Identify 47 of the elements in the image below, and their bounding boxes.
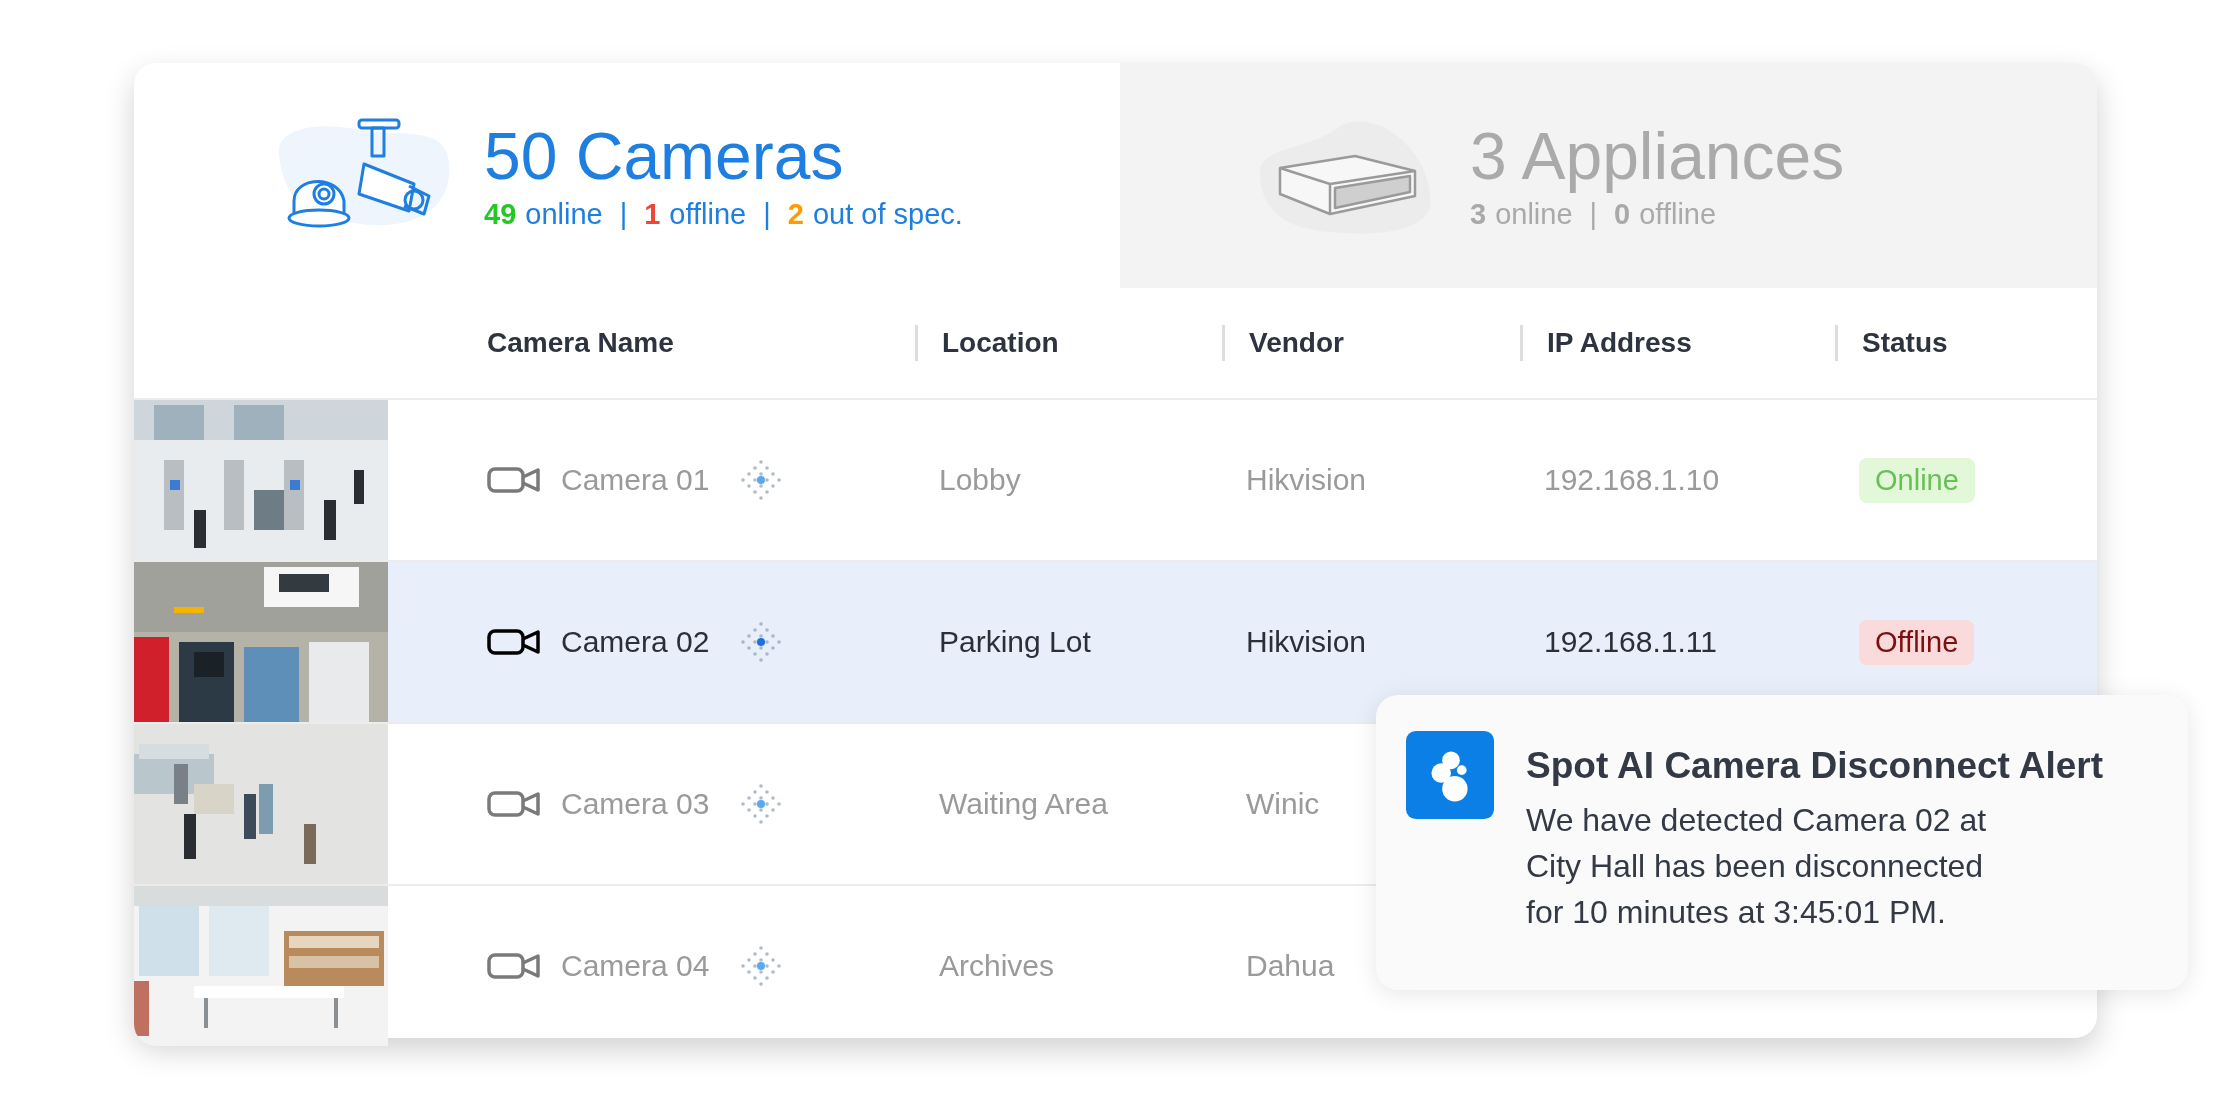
- summary-title: 50 Cameras: [484, 119, 845, 193]
- stat-label: online: [525, 198, 603, 232]
- video-camera-icon: [487, 790, 541, 818]
- stat-label: online: [1495, 198, 1573, 232]
- dotted-diamond-icon: [739, 620, 784, 664]
- stat-count: 2: [787, 198, 804, 232]
- camera-name: Camera 04: [561, 949, 710, 983]
- summary-title: 3 Appliances: [1470, 119, 1845, 193]
- stat-divider: |: [619, 198, 628, 232]
- video-camera-icon: [487, 466, 541, 494]
- vendor-text: Hikvision: [1246, 463, 1367, 497]
- column-header[interactable]: Vendor: [1249, 327, 1344, 359]
- camera-name: Camera 01: [561, 463, 710, 497]
- stat-divider: |: [1589, 198, 1598, 232]
- vendor-text: Dahua: [1246, 949, 1335, 983]
- video-camera-icon: [487, 628, 541, 656]
- camera-row[interactable]: Camera 02 Parking Lot Hikvision 192.168.1.11 Offline: [134, 562, 2097, 724]
- app-logo-icon: [1406, 731, 1494, 819]
- vendor-text: Hikvision: [1246, 625, 1367, 659]
- video-camera-icon: [487, 952, 541, 980]
- stat-label: out of spec.: [812, 198, 963, 232]
- alert-notification[interactable]: Spot AI Camera Disconnect Alert We have detected Camera 02 at City Hall has been disconnected for 10 minutes at 3:45:01 PM.: [1376, 695, 2188, 990]
- stat-label: offline: [669, 198, 747, 232]
- stat-count: 1: [644, 198, 661, 232]
- ip-address-text: 192.168.1.11: [1544, 625, 1717, 659]
- dotted-diamond-icon: [739, 782, 784, 826]
- location-text: Lobby: [939, 463, 1021, 497]
- location-text: Parking Lot: [939, 625, 1091, 659]
- stat-divider: |: [763, 198, 771, 232]
- stat-label: offline: [1639, 198, 1717, 232]
- stat-count: 49: [484, 198, 517, 232]
- camera-name: Camera 03: [561, 787, 710, 821]
- ip-address-text: 192.168.1.10: [1544, 463, 1720, 497]
- column-header[interactable]: Camera Name: [487, 327, 674, 359]
- status-badge: Offline: [1859, 619, 1975, 665]
- location-text: Archives: [939, 949, 1055, 983]
- dotted-diamond-icon: [739, 458, 784, 502]
- dotted-diamond-icon: [739, 944, 784, 988]
- stat-count: 3: [1470, 198, 1487, 232]
- column-header[interactable]: Status: [1862, 327, 1948, 359]
- column-header[interactable]: IP Address: [1547, 327, 1692, 359]
- stat-count: 0: [1614, 198, 1631, 232]
- vendor-text: Winic: [1246, 787, 1320, 821]
- column-header[interactable]: Location: [942, 327, 1059, 359]
- status-badge: Online: [1859, 457, 1975, 503]
- camera-name: Camera 02: [561, 625, 710, 659]
- location-text: Waiting Area: [939, 787, 1108, 821]
